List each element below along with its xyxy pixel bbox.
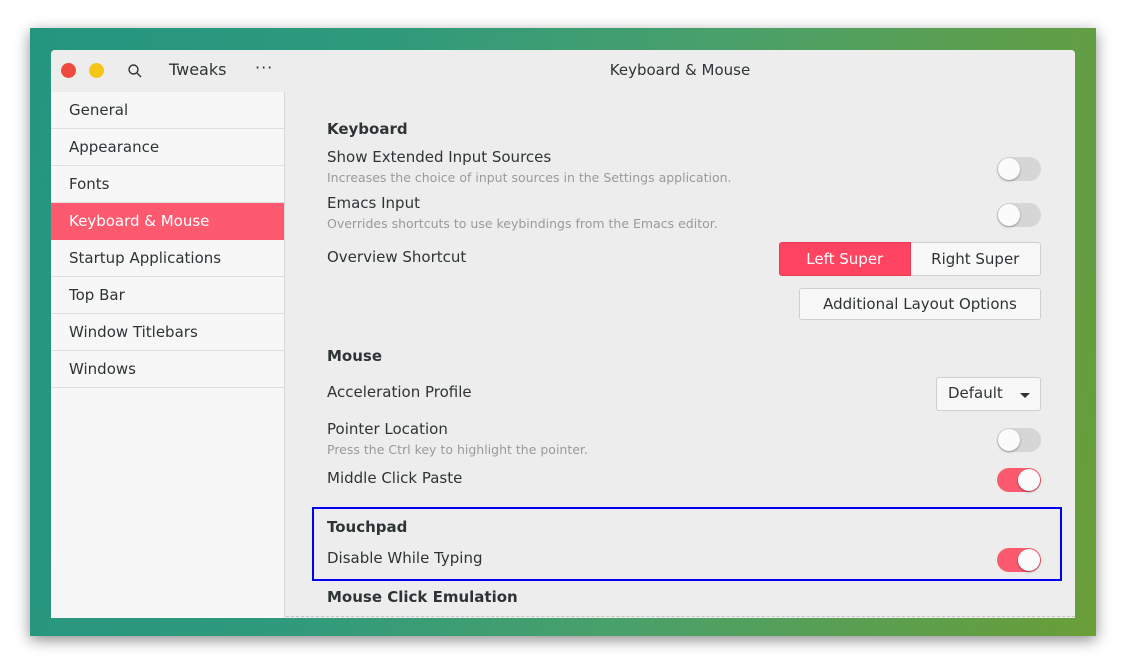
right-super-button[interactable]: Right Super: [910, 242, 1041, 276]
sidebar: General Appearance Fonts Keyboard & Mous…: [51, 92, 285, 618]
extended-input-desc: Increases the choice of input sources in…: [327, 170, 732, 185]
pointer-location-label: Pointer Location: [327, 420, 448, 438]
tweaks-window: Tweaks ··· Keyboard & Mouse General Appe…: [51, 50, 1075, 618]
emacs-input-label: Emacs Input: [327, 194, 420, 212]
switch-knob: [1018, 549, 1040, 571]
disable-while-typing-switch[interactable]: [997, 548, 1041, 572]
acceleration-profile-dropdown[interactable]: Default: [936, 377, 1041, 411]
touchpad-section-title: Touchpad: [327, 518, 408, 536]
pointer-location-switch[interactable]: [997, 428, 1041, 452]
page-title: Keyboard & Mouse: [609, 61, 751, 79]
emacs-input-switch[interactable]: [997, 203, 1041, 227]
extended-input-switch[interactable]: [997, 157, 1041, 181]
sidebar-item-appearance[interactable]: Appearance: [51, 129, 284, 166]
sidebar-item-startup-applications[interactable]: Startup Applications: [51, 240, 284, 277]
touchpad-highlight-box: [312, 507, 1062, 581]
pointer-location-desc: Press the Ctrl key to highlight the poin…: [327, 442, 588, 457]
extended-input-label: Show Extended Input Sources: [327, 148, 552, 166]
scroll-edge-indicator: [286, 616, 1075, 617]
settings-content: Keyboard Show Extended Input Sources Inc…: [286, 92, 1075, 618]
sidebar-item-window-titlebars[interactable]: Window Titlebars: [51, 314, 284, 351]
switch-knob: [1018, 469, 1040, 491]
additional-layout-options-button[interactable]: Additional Layout Options: [799, 288, 1041, 320]
disable-while-typing-label: Disable While Typing: [327, 549, 483, 567]
overview-shortcut-label: Overview Shortcut: [327, 248, 467, 266]
sidebar-item-general[interactable]: General: [51, 92, 284, 129]
emacs-input-desc: Overrides shortcuts to use keybindings f…: [327, 216, 718, 231]
keyboard-section-title: Keyboard: [327, 120, 408, 138]
middle-click-paste-label: Middle Click Paste: [327, 469, 463, 487]
switch-knob: [998, 158, 1020, 180]
acceleration-profile-label: Acceleration Profile: [327, 383, 472, 401]
switch-knob: [998, 429, 1020, 451]
sidebar-item-fonts[interactable]: Fonts: [51, 166, 284, 203]
left-super-button[interactable]: Left Super: [779, 242, 911, 276]
header-bar: Tweaks ··· Keyboard & Mouse: [51, 50, 1075, 92]
mouse-section-title: Mouse: [327, 347, 383, 365]
sidebar-item-top-bar[interactable]: Top Bar: [51, 277, 284, 314]
switch-knob: [998, 204, 1020, 226]
sidebar-item-windows[interactable]: Windows: [51, 351, 284, 388]
overview-shortcut-selector: Left Super Right Super: [779, 242, 1041, 276]
chevron-down-icon: [1020, 393, 1030, 398]
dropdown-value: Default: [948, 384, 1003, 402]
mouse-click-emulation-title: Mouse Click Emulation: [327, 588, 518, 606]
sidebar-item-keyboard-mouse[interactable]: Keyboard & Mouse: [51, 203, 284, 240]
middle-click-paste-switch[interactable]: [997, 468, 1041, 492]
